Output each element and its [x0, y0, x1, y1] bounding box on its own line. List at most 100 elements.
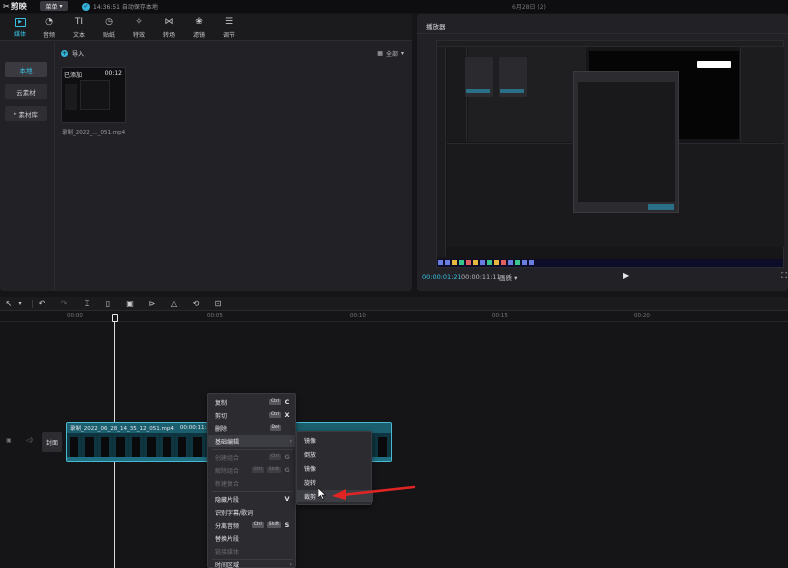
- mirror-icon[interactable]: △: [168, 298, 180, 310]
- tab-filter[interactable]: ❀ 滤镜: [184, 16, 214, 40]
- tab-media[interactable]: ▶ 媒体: [5, 16, 35, 40]
- current-timecode: 00:00:01:21: [422, 273, 462, 281]
- save-status: ✓ 14:36:51 自动保存本地: [82, 1, 158, 12]
- menu-item-delete[interactable]: 删除 Del: [208, 422, 297, 434]
- media-panel: ▶ 媒体 ◔ 音频 TI 文本 ◷ 贴纸 ✧ 特效 ⋈ 转场 ❀ 滤镜 ☰ 调节: [0, 14, 412, 291]
- menu-item-create-group[interactable]: 创建组合 Ctrl G: [208, 451, 297, 463]
- edit-toolbar: ↖ ▾ ↶ ↷ ⌶ ▯ ▣ ⊳ △ ⟲ ⊡: [0, 297, 788, 311]
- undo-icon[interactable]: ↶: [36, 298, 48, 310]
- freeze-icon[interactable]: ▣: [124, 298, 136, 310]
- menu-item-replace-clip[interactable]: 替换片段: [208, 532, 297, 544]
- clip-name: 录制_2022_06_28_14_35_12_051.mp4: [70, 426, 174, 432]
- media-thumbnail: [80, 80, 110, 110]
- reverse-icon[interactable]: ⊳: [146, 298, 158, 310]
- media-icon: ▶: [14, 18, 26, 27]
- media-card[interactable]: 已添加 00:12: [61, 67, 126, 123]
- adjust-icon: ☰: [224, 17, 234, 27]
- filter-icon: ❀: [195, 17, 203, 27]
- menu-item-new-compound[interactable]: 新建复合: [208, 477, 297, 489]
- menu-item-time-region[interactable]: 时间区域 ›: [208, 560, 297, 568]
- preview-panel: 播放器 00:00:01:21 00:00:11:11 画质 ▾ ▶ ⛶: [417, 14, 788, 291]
- redo-icon[interactable]: ↷: [58, 298, 70, 310]
- sidebar-item-local[interactable]: 本地: [5, 62, 47, 77]
- playhead-handle[interactable]: [112, 314, 118, 322]
- save-status-text: 14:36:51 自动保存本地: [93, 4, 158, 11]
- menu-item-cut[interactable]: 剪切 Ctrl X: [208, 409, 297, 421]
- fullscreen-icon[interactable]: ⛶: [781, 271, 787, 281]
- menu-label: 菜单: [45, 3, 58, 11]
- screen-pane: [447, 47, 467, 142]
- split-icon[interactable]: ⌶: [81, 298, 93, 310]
- tab-text[interactable]: TI 文本: [64, 16, 94, 40]
- jianying-logo-icon: ✂: [3, 2, 10, 11]
- total-timecode: 00:00:11:11: [461, 273, 501, 281]
- thumbnail-side: [65, 84, 77, 110]
- screen-button: [500, 89, 524, 93]
- cover-button[interactable]: 封面: [42, 432, 62, 452]
- screen-button: [466, 89, 490, 93]
- ruler-label: 00:20: [634, 313, 650, 319]
- sticker-icon: ◷: [105, 17, 113, 27]
- tab-transition[interactable]: ⋈ 转场: [154, 16, 184, 40]
- transition-icon: ⋈: [164, 17, 174, 27]
- tab-adjust[interactable]: ☰ 调节: [214, 16, 244, 40]
- sidebar-item-cloud[interactable]: 云素材: [5, 84, 47, 99]
- chevron-down-icon: ▾: [59, 2, 63, 10]
- menu-item-link-media[interactable]: 链接媒体: [208, 545, 297, 557]
- menu-item-basic-edit[interactable]: 基础编辑 ›: [208, 435, 297, 447]
- media-toolbar: ▶ 媒体 ◔ 音频 TI 文本 ◷ 贴纸 ✧ 特效 ⋈ 转场 ❀ 滤镜 ☰ 调节: [0, 14, 412, 41]
- screen-dialog: [573, 71, 679, 213]
- rotate-icon[interactable]: ⟲: [190, 298, 202, 310]
- project-title: 6月28日 (2): [512, 4, 546, 11]
- sort-dropdown[interactable]: ▦ 全部 ▾: [377, 48, 404, 58]
- plus-icon: +: [61, 49, 68, 57]
- track-lock-icon[interactable]: ▣: [6, 437, 12, 445]
- annotation-arrow-icon: [332, 485, 416, 500]
- main-menu-button[interactable]: 菜单 ▾: [40, 1, 68, 11]
- chevron-right-icon: ›: [289, 437, 292, 445]
- submenu-item-reverse[interactable]: 倒放: [297, 448, 373, 460]
- media-sidebar: 本地 云素材 ▸ 素材库: [0, 42, 55, 291]
- app-name: 剪映: [10, 2, 27, 11]
- submenu-item-mirror[interactable]: 镜像: [297, 434, 373, 446]
- text-icon: TI: [74, 17, 84, 27]
- preview-screen[interactable]: [436, 40, 784, 268]
- caret-right-icon: ▸: [13, 110, 17, 117]
- ruler-label: 00:10: [350, 313, 366, 319]
- menu-item-recognize-subtitles[interactable]: 识别字幕/歌词: [208, 506, 297, 518]
- context-menu: 复制 Ctrl C 剪切 Ctrl X 删除 Del 基础编辑 › 创建组合 Ctr…: [207, 393, 297, 568]
- chevron-right-icon: ›: [289, 561, 292, 568]
- effects-icon: ✧: [135, 17, 143, 27]
- menu-divider: [212, 491, 293, 492]
- ruler-label: 00:15: [492, 313, 508, 319]
- menu-item-separate-audio[interactable]: 分离音频 Ctrl Shift S: [208, 519, 297, 531]
- menu-item-ungroup[interactable]: 解除组合 Ctrl Shift G: [208, 464, 297, 476]
- menu-item-hide-clip[interactable]: 隐藏片段 V: [208, 493, 297, 505]
- time-ruler[interactable]: 00:00 00:05 00:10 00:15 00:20: [0, 311, 788, 322]
- tab-sticker[interactable]: ◷ 贴纸: [94, 16, 124, 40]
- screen-dialog-body: [578, 82, 675, 202]
- play-icon[interactable]: ▶: [623, 271, 629, 280]
- preview-title: 播放器: [426, 23, 446, 31]
- screen-search: [697, 61, 731, 68]
- delete-icon[interactable]: ▯: [102, 298, 114, 310]
- crop-icon[interactable]: ⊡: [212, 298, 224, 310]
- import-button[interactable]: + 导入: [61, 48, 84, 58]
- tab-audio[interactable]: ◔ 音频: [34, 16, 64, 40]
- media-duration: 00:12: [104, 70, 122, 77]
- screen-dialog-button: [648, 204, 674, 210]
- quality-dropdown[interactable]: 画质 ▾: [499, 272, 517, 282]
- ruler-label: 00:05: [207, 313, 223, 319]
- sidebar-item-library[interactable]: ▸ 素材库: [5, 106, 47, 121]
- media-file-name: 录制_2022_..._051.mp4: [62, 130, 126, 136]
- title-bar: ✂ 剪映 菜单 ▾ ✓ 14:36:51 自动保存本地 6月28日 (2): [0, 0, 788, 13]
- submenu-item-mirror-2[interactable]: 镜像: [297, 462, 373, 474]
- ruler-label: 00:00: [67, 313, 83, 319]
- chevron-down-icon[interactable]: ▾: [14, 298, 26, 310]
- mouse-cursor-icon: [318, 488, 326, 500]
- tab-effects[interactable]: ✧ 特效: [124, 16, 154, 40]
- chevron-down-icon: ▾: [514, 274, 518, 282]
- track-audio-icon[interactable]: ◁): [26, 437, 33, 445]
- check-icon: ✓: [82, 2, 90, 11]
- menu-item-copy[interactable]: 复制 Ctrl C: [208, 396, 297, 408]
